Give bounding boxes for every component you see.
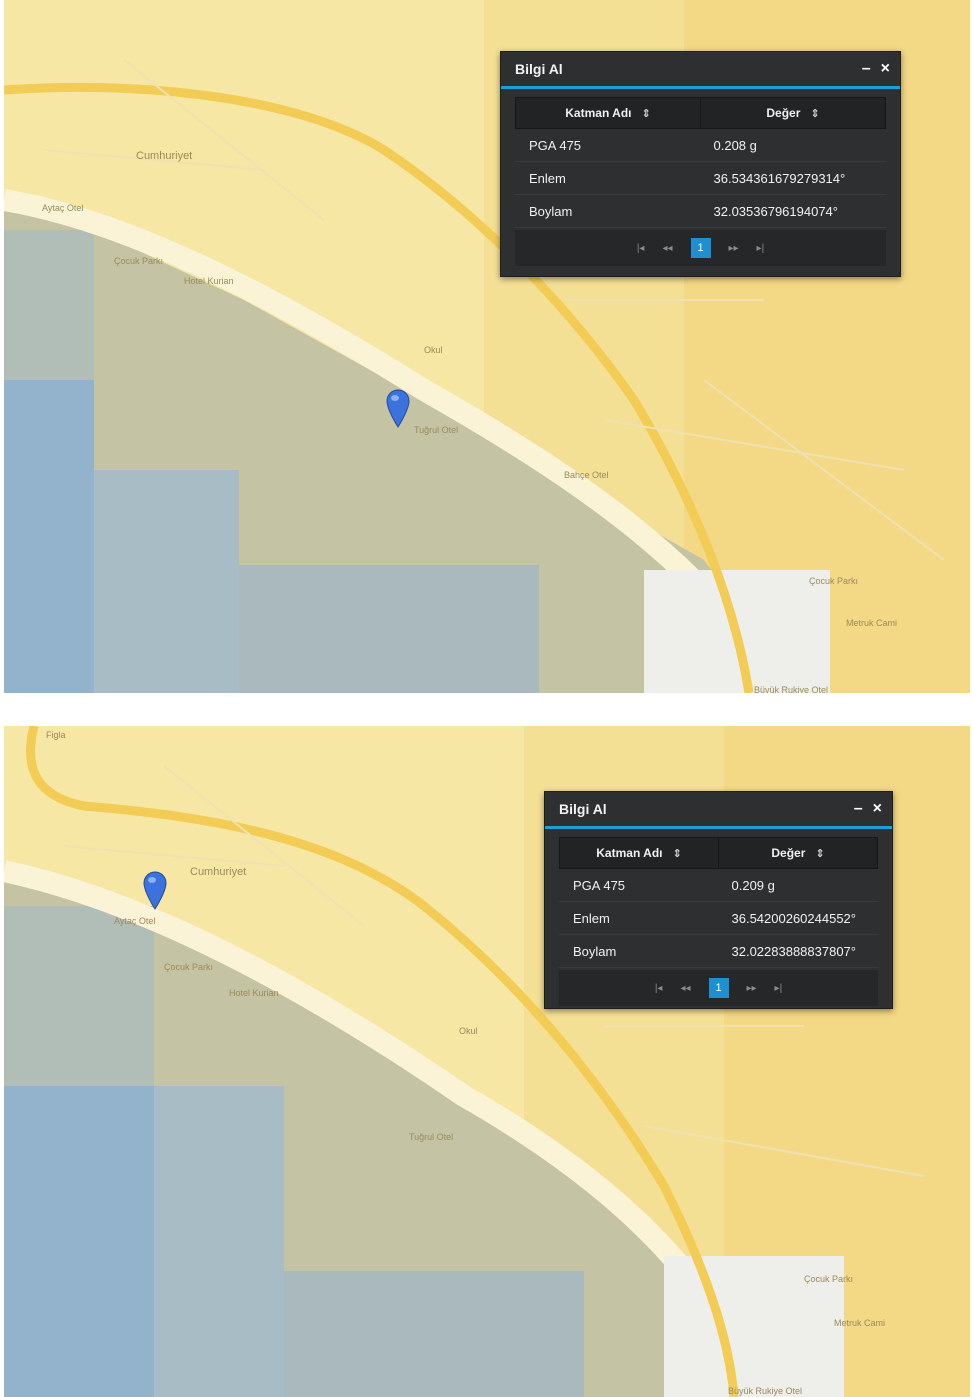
grid-header: Katman Adı ⇕ Değer ⇕ xyxy=(515,97,886,129)
map-label: Büyük Rukiye Otel xyxy=(754,685,829,693)
map-label: Tuğrul Otel xyxy=(409,1132,454,1142)
value-cell: 36.54200260244552° xyxy=(731,910,857,926)
table-row[interactable]: Boylam 32.02283888837807° xyxy=(559,935,878,968)
map-label: Çocuk Parkı xyxy=(164,962,214,972)
grid-header: Katman Adı ⇕ Değer ⇕ xyxy=(559,837,878,869)
sort-icon[interactable]: ⇕ xyxy=(673,847,682,860)
layer-name-cell: Boylam xyxy=(573,943,617,959)
map-label: Aytaç Otel xyxy=(42,203,84,213)
prev-page-button[interactable]: ◂◂ xyxy=(662,243,672,254)
table-row[interactable]: Enlem 36.534361679279314° xyxy=(515,162,886,195)
map-label: Hotel Kurian xyxy=(184,276,234,286)
sea-tile xyxy=(4,906,154,1086)
value-cell: 0.208 g xyxy=(713,137,757,153)
value-cell: 32.02283888837807° xyxy=(731,943,857,959)
last-page-button[interactable]: ▸| xyxy=(775,983,783,994)
close-icon[interactable]: × xyxy=(873,801,882,817)
map-label: Metruk Cami xyxy=(834,1318,886,1328)
column-header-layer-name[interactable]: Katman Adı ⇕ xyxy=(560,838,719,868)
sea-tile xyxy=(94,470,239,693)
table-row[interactable]: Enlem 36.54200260244552° xyxy=(559,902,878,935)
map-label: Okul xyxy=(459,1026,478,1036)
info-panel-2[interactable]: Bilgi Al – × Katman Adı ⇕ Değer ⇕ PGA 47… xyxy=(544,791,893,1009)
map-label: Çocuk Parkı xyxy=(809,576,859,586)
map-label: Okul xyxy=(424,345,443,355)
panel-title: Bilgi Al xyxy=(559,801,607,817)
sort-icon[interactable]: ⇕ xyxy=(815,847,824,860)
value-cell: 36.534361679279314° xyxy=(713,170,846,186)
map-label: Çocuk Parkı xyxy=(114,256,164,266)
info-panel-1[interactable]: Bilgi Al – × Katman Adı ⇕ Değer ⇕ PGA 47… xyxy=(500,51,901,277)
sea-tile xyxy=(4,230,94,380)
map-label: Büyük Rukiye Otel xyxy=(728,1386,803,1396)
layer-name-cell: Boylam xyxy=(529,203,573,219)
panel-title: Bilgi Al xyxy=(515,61,563,77)
pager: |◂ ◂◂ 1 ▸▸ ▸| xyxy=(559,970,878,1006)
minimize-icon[interactable]: – xyxy=(862,61,871,77)
last-page-button[interactable]: ▸| xyxy=(757,243,765,254)
panel-header[interactable]: Bilgi Al – × xyxy=(501,52,900,89)
map-label: Aytaç Otel xyxy=(114,916,156,926)
sea-tile xyxy=(4,1086,154,1397)
panel-header[interactable]: Bilgi Al – × xyxy=(545,792,892,829)
table-row[interactable]: PGA 475 0.208 g xyxy=(515,129,886,162)
column-header-layer-name[interactable]: Katman Adı ⇕ xyxy=(516,98,701,128)
layer-name-cell: PGA 475 xyxy=(529,137,582,153)
sea-tile xyxy=(239,565,539,693)
prev-page-button[interactable]: ◂◂ xyxy=(680,983,690,994)
map-label: Hotel Kurian xyxy=(229,988,279,998)
layer-name-cell: Enlem xyxy=(573,910,610,926)
layer-name-cell: PGA 475 xyxy=(573,877,626,893)
column-header-value[interactable]: Değer ⇕ xyxy=(719,838,877,868)
sort-icon[interactable]: ⇕ xyxy=(810,107,819,120)
value-cell: 0.209 g xyxy=(731,877,775,893)
sea-tile xyxy=(284,1271,584,1397)
location-marker-icon[interactable] xyxy=(142,870,168,910)
location-marker-icon[interactable] xyxy=(385,388,411,428)
table-row[interactable]: PGA 475 0.209 g xyxy=(559,869,878,902)
sort-icon[interactable]: ⇕ xyxy=(642,107,651,120)
map-label: Çocuk Parkı xyxy=(804,1274,854,1284)
info-grid: Katman Adı ⇕ Değer ⇕ PGA 475 0.209 g Enl… xyxy=(559,837,878,968)
first-page-button[interactable]: |◂ xyxy=(655,983,663,994)
minimize-icon[interactable]: – xyxy=(854,801,863,817)
pager: |◂ ◂◂ 1 ▸▸ ▸| xyxy=(515,230,886,266)
next-page-button[interactable]: ▸▸ xyxy=(729,243,739,254)
layer-name-cell: Enlem xyxy=(529,170,566,186)
map-label: Cumhuriyet xyxy=(190,866,247,878)
first-page-button[interactable]: |◂ xyxy=(637,243,645,254)
current-page-button[interactable]: 1 xyxy=(708,978,729,998)
sea-tile xyxy=(154,1086,284,1397)
map-label: Tuğrul Otel xyxy=(414,425,459,435)
table-row[interactable]: Boylam 32.03536796194074° xyxy=(515,195,886,228)
column-header-value[interactable]: Değer ⇕ xyxy=(701,98,885,128)
info-grid: Katman Adı ⇕ Değer ⇕ PGA 475 0.208 g Enl… xyxy=(515,97,886,228)
map-label: Bahçe Otel xyxy=(564,470,609,480)
close-icon[interactable]: × xyxy=(881,61,890,77)
current-page-button[interactable]: 1 xyxy=(690,238,711,258)
next-page-button[interactable]: ▸▸ xyxy=(747,983,757,994)
map-label: Figla xyxy=(46,730,66,740)
sea-tile xyxy=(4,380,94,693)
map-label: Cumhuriyet xyxy=(136,150,193,162)
value-cell: 32.03536796194074° xyxy=(713,203,839,219)
map-label: Metruk Cami xyxy=(846,618,898,628)
